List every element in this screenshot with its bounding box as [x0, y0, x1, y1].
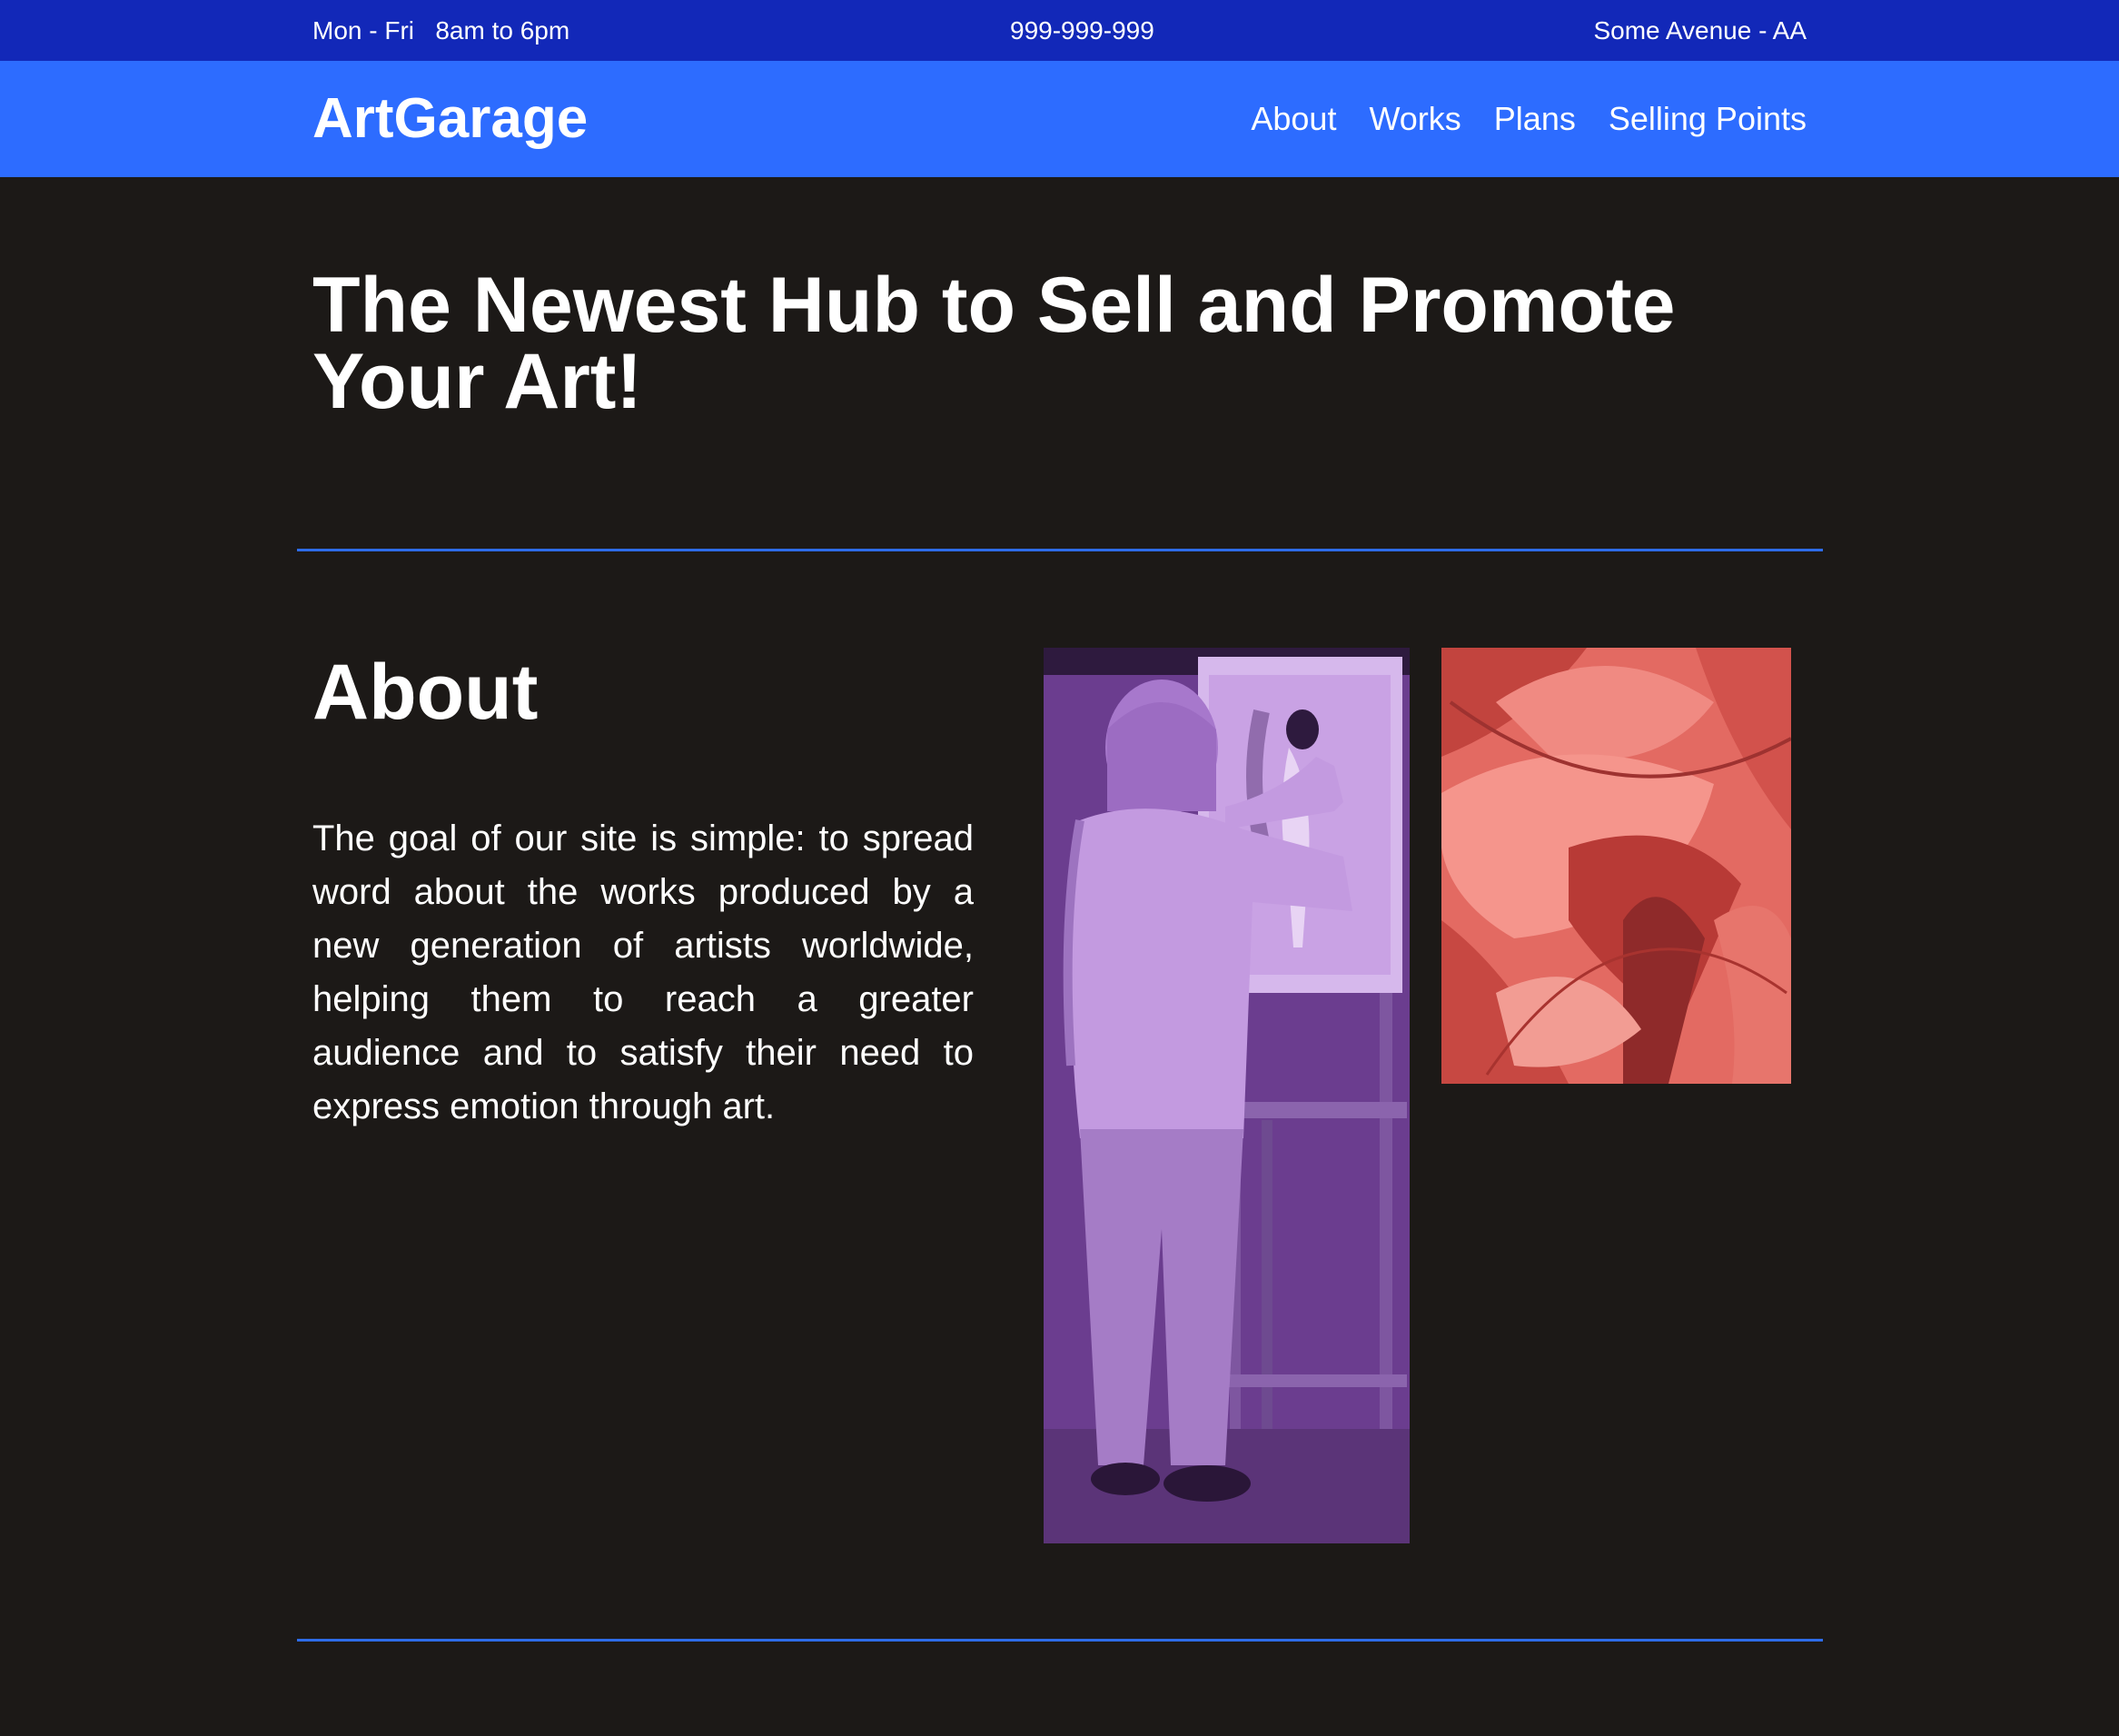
nav-link-plans[interactable]: Plans — [1494, 100, 1576, 138]
top-info-bar: Mon - Fri 8am to 6pm 999-999-999 Some Av… — [0, 0, 2119, 61]
phone-number: 999-999-999 — [1010, 16, 1154, 45]
navbar: ArtGarage About Works Plans Selling Poin… — [0, 61, 2119, 177]
main-nav: About Works Plans Selling Points — [1251, 61, 1807, 177]
nav-link-about[interactable]: About — [1251, 100, 1336, 138]
section-divider — [297, 1639, 1823, 1642]
artist-painting-photo — [1044, 648, 1410, 1543]
business-hours: Mon - Fri 8am to 6pm — [312, 16, 570, 45]
section-divider — [297, 549, 1823, 551]
nav-link-selling-points[interactable]: Selling Points — [1609, 100, 1807, 138]
about-heading: About — [312, 649, 539, 736]
abstract-artwork-image — [1441, 648, 1791, 1084]
site-logo[interactable]: ArtGarage — [312, 61, 588, 177]
address: Some Avenue - AA — [1593, 16, 1807, 45]
nav-link-works[interactable]: Works — [1369, 100, 1461, 138]
hero-title: The Newest Hub to Sell and Promote Your … — [312, 262, 1676, 425]
about-text: The goal of our site is simple: to sprea… — [312, 818, 974, 1126]
